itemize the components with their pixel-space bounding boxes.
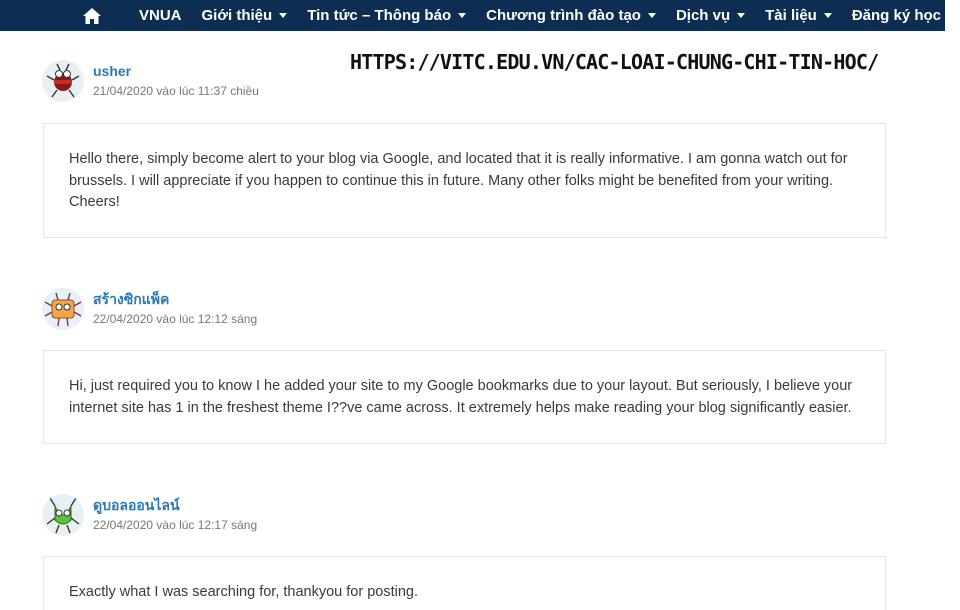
caret-down-icon xyxy=(458,13,467,18)
comment-author[interactable]: ดูบอลออนไลน์ xyxy=(93,495,257,515)
nav-item-chuong-trinh[interactable]: Chương trình đào tạo xyxy=(486,7,656,24)
avatar xyxy=(42,288,84,330)
comment-header: สร้างซิกแพ็ค 22/04/2020 vào lúc 12:12 sá… xyxy=(42,288,257,332)
comment-author[interactable]: usher xyxy=(93,61,259,81)
watermark-url: HTTPS://VITC.EDU.VN/CAC-LOAI-CHUNG-CHI-T… xyxy=(350,50,879,74)
top-navigation-bar: VNUA Giới thiệu Tin tức – Thông báo Chươ… xyxy=(0,0,945,31)
caret-down-icon xyxy=(823,13,832,18)
comment-body: Hello there, simply become alert to your… xyxy=(43,123,886,238)
nav-item-dich-vu[interactable]: Dịch vụ xyxy=(676,7,746,24)
comment-text: Hi, just required you to know I he added… xyxy=(69,378,853,416)
nav-item-tin-tuc[interactable]: Tin tức – Thông báo xyxy=(307,7,467,24)
comment-body: Exactly what I was searching for, thanky… xyxy=(43,556,886,610)
comment-header: usher 21/04/2020 vào lúc 11:37 chiều xyxy=(42,60,259,104)
comment-date[interactable]: 21/04/2020 vào lúc 11:37 chiều xyxy=(93,82,259,100)
comment-header: ดูบอลออนไลน์ 22/04/2020 vào lúc 12:17 sá… xyxy=(42,494,257,538)
nav-home[interactable] xyxy=(83,7,119,24)
avatar xyxy=(42,60,84,102)
avatar xyxy=(42,494,84,536)
comment-date[interactable]: 22/04/2020 vào lúc 12:17 sáng xyxy=(93,516,257,534)
nav-item-vnua[interactable]: VNUA xyxy=(139,7,182,24)
caret-down-icon xyxy=(737,13,746,18)
comment-date[interactable]: 22/04/2020 vào lúc 12:12 sáng xyxy=(93,310,257,328)
comment-body: Hi, just required you to know I he added… xyxy=(43,350,886,444)
comment-author[interactable]: สร้างซิกแพ็ค xyxy=(93,289,257,309)
comment-text: Exactly what I was searching for, thanky… xyxy=(69,584,418,600)
caret-down-icon xyxy=(279,13,288,18)
nav-item-gioi-thieu[interactable]: Giới thiệu xyxy=(202,7,288,24)
home-icon xyxy=(83,7,101,24)
nav-item-dang-ky-hoc[interactable]: Đăng ký học xyxy=(852,7,941,24)
caret-down-icon xyxy=(647,13,656,18)
nav-item-tai-lieu[interactable]: Tài liệu xyxy=(765,7,832,24)
comment-text: Hello there, simply become alert to your… xyxy=(69,151,848,210)
